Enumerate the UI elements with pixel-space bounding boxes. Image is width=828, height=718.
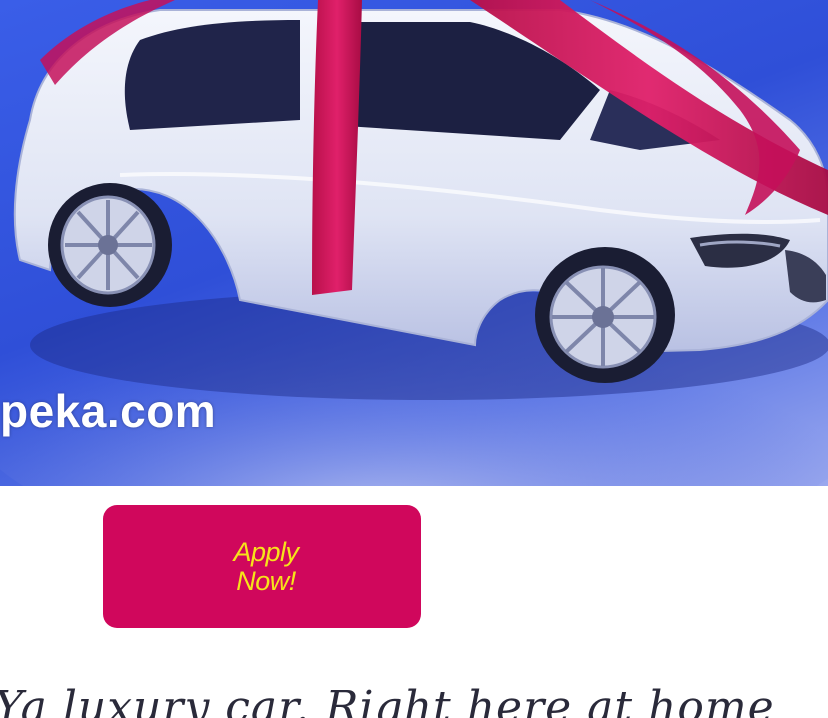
apply-now-button[interactable]: Apply Now! [103,505,421,628]
tagline-script-text: Ya luxury car. Right here at home [0,682,775,718]
apply-now-label-line-2: Now! [236,565,296,596]
page: peka.com Apply Now! Ya luxury car. Right… [0,0,828,718]
hero-caption-website: peka.com [0,385,217,437]
apply-now-label-line-1: Apply [233,536,299,567]
hero-banner-image: peka.com [0,0,828,486]
